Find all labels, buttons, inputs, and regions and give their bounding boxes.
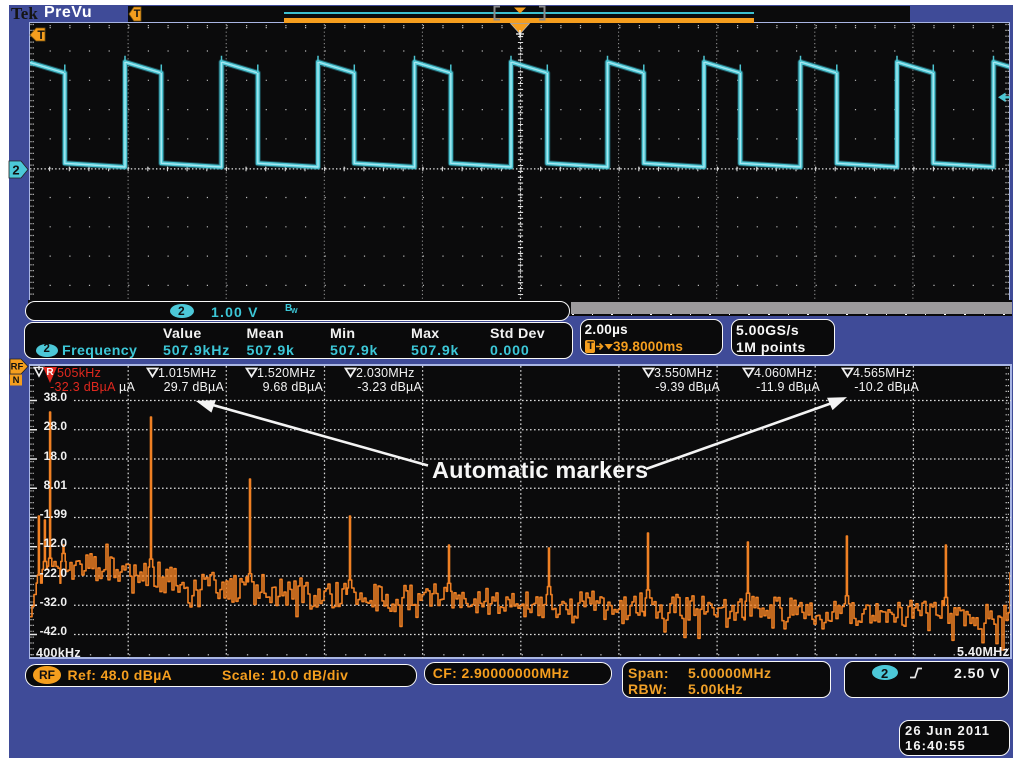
svg-text:N: N (13, 375, 20, 386)
svg-text:RF: RF (11, 361, 24, 372)
svg-text:R: R (46, 367, 54, 378)
